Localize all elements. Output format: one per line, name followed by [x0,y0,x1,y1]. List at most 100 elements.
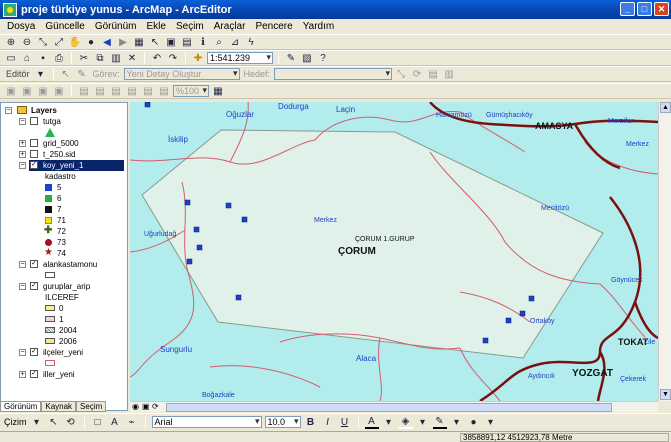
line-color-icon[interactable]: ✎ [432,416,447,429]
new-icon[interactable]: ▭ [4,52,18,65]
tab-kaynak[interactable]: Kaynak [41,401,77,412]
print-icon[interactable]: ⎙ [52,52,66,65]
map-scale-combo[interactable]: 1:541.239 [207,52,273,64]
editor-menu[interactable]: Editör [4,69,32,79]
cut-icon[interactable]: ✂ [77,52,91,65]
open-icon[interactable]: ⌂ [20,52,34,65]
delete-icon[interactable]: ✕ [125,52,139,65]
iller-checkbox[interactable]: ✓ [30,370,38,378]
fill-color-icon[interactable]: ◈ [398,416,413,429]
pan-icon[interactable]: ✋ [68,36,82,49]
font-color-dropdown-icon[interactable]: ▾ [382,416,396,429]
identify-icon[interactable]: ℹ [196,36,210,49]
zoom-in-icon[interactable]: ⊕ [4,36,18,49]
ilceler-checkbox[interactable]: ✓ [30,348,38,356]
menu-secim[interactable]: Seçim [175,21,205,32]
menu-yardim[interactable]: Yardım [302,21,336,32]
menu-guncelle[interactable]: Güncelle [44,21,85,32]
rotate-icon[interactable]: ⟲ [64,416,78,429]
layer-tool-icon-5[interactable]: ▤ [77,85,91,98]
arctoolbox-icon[interactable]: ▧ [300,52,314,65]
line-color-dropdown-icon[interactable]: ▾ [450,416,464,429]
font-color-icon[interactable]: A [364,416,379,429]
layer-tool-icon-2[interactable]: ▣ [20,85,34,98]
layer-tool-icon-3[interactable]: ▣ [36,85,50,98]
select-elements-icon[interactable]: ↖ [148,36,162,49]
font-combo[interactable]: Arial [151,416,262,428]
layer-tool-icon-9[interactable]: ▤ [141,85,155,98]
layer-tool-icon-1[interactable]: ▣ [4,85,18,98]
italic-button[interactable]: I [321,416,335,429]
data-view-icon[interactable]: ◉ [132,402,139,411]
layout-view-icon[interactable]: ▣ [142,402,150,411]
horizontal-scrollbar[interactable]: ◉ ▣ ⟳ [130,401,658,412]
menu-pencere[interactable]: Pencere [254,21,293,32]
copy-icon[interactable]: ⧉ [93,52,107,65]
scroll-up-icon[interactable]: ▲ [660,102,671,113]
layer-tool-icon-7[interactable]: ▤ [109,85,123,98]
fill-color-dropdown-icon[interactable]: ▾ [416,416,430,429]
edit-vertices-icon[interactable]: ⌁ [125,416,139,429]
select-elements-icon[interactable]: ↖ [47,416,61,429]
measure-icon[interactable]: ⊿ [228,36,242,49]
select-features-icon[interactable]: ▦ [132,36,146,49]
menu-araclar[interactable]: Araçlar [213,21,247,32]
text-icon[interactable]: A [108,416,122,429]
font-size-combo[interactable]: 10.0 [264,416,301,428]
rotate-tool-icon[interactable]: ⟳ [410,68,424,81]
rectangle-icon[interactable]: □ [91,416,105,429]
layout-icon[interactable]: ▦ [211,85,225,98]
alankastamonu-checkbox[interactable]: ✓ [30,260,38,268]
edit-tool-icon[interactable]: ↖ [59,68,73,81]
undo-icon[interactable]: ↶ [150,52,164,65]
find-icon[interactable]: ⌕ [212,36,226,49]
forward-extent-icon[interactable]: ▶ [116,36,130,49]
target-combo[interactable] [274,68,393,80]
koy-yeni-checkbox[interactable]: ✓ [30,161,38,169]
close-button[interactable]: ✕ [654,2,669,16]
editor-dropdown-icon[interactable]: ▾ [34,68,48,81]
full-extent-icon[interactable]: ● [84,36,98,49]
add-data-icon[interactable]: ✚ [191,52,205,65]
layer-tool-icon-6[interactable]: ▤ [93,85,107,98]
whats-this-icon[interactable]: ? [316,52,330,65]
editor-toolbar-icon[interactable]: ✎ [284,52,298,65]
guruplar-checkbox[interactable]: ✓ [30,282,38,290]
hyperlink-icon[interactable]: ϟ [244,36,258,49]
zoom-percent-combo[interactable]: %100 [173,85,209,97]
toc-layer-tutga[interactable]: − tutga [1,116,127,127]
attributes-icon[interactable]: ▤ [426,68,440,81]
marker-color-icon[interactable]: ● [467,416,481,429]
paste-icon[interactable]: ▥ [109,52,123,65]
refresh-icon[interactable]: ⟳ [152,402,159,411]
split-tool-icon[interactable]: ⤡ [394,68,408,81]
clear-selection-icon[interactable]: ▣ [164,36,178,49]
save-icon[interactable]: ▪ [36,52,50,65]
layer-tool-icon-4[interactable]: ▣ [52,85,66,98]
horizontal-scroll-thumb[interactable] [166,403,612,412]
grid-checkbox[interactable] [30,139,38,147]
select-icon[interactable]: ▤ [180,36,194,49]
layer-tool-icon-10[interactable]: ▤ [157,85,171,98]
draw-menu[interactable]: Çizim [4,417,27,427]
bold-button[interactable]: B [304,416,318,429]
menu-gorunum[interactable]: Görünüm [94,21,138,32]
scroll-down-icon[interactable]: ▼ [660,389,671,400]
layer-tool-icon-8[interactable]: ▤ [125,85,139,98]
draw-dropdown-icon[interactable]: ▾ [30,416,44,429]
sketch-properties-icon[interactable]: ▥ [442,68,456,81]
zoom-out-icon[interactable]: ⊖ [20,36,34,49]
map-view[interactable]: Dodurga Laçin Oğuzlar Hamamözü Gümüşhacı… [130,102,658,401]
map-canvas[interactable] [130,102,658,401]
minimize-button[interactable]: _ [620,2,635,16]
sketch-tool-icon[interactable]: ✎ [75,68,89,81]
maximize-button[interactable]: □ [637,2,652,16]
menu-dosya[interactable]: Dosya [6,21,36,32]
underline-button[interactable]: U [338,416,352,429]
menu-ekle[interactable]: Ekle [146,21,167,32]
back-extent-icon[interactable]: ◀ [100,36,114,49]
vertical-scrollbar[interactable]: ▲ ▼ [658,102,671,401]
redo-icon[interactable]: ↷ [166,52,180,65]
fixed-zoom-out-icon[interactable]: ⤢ [52,36,66,49]
marker-color-dropdown-icon[interactable]: ▾ [484,416,498,429]
